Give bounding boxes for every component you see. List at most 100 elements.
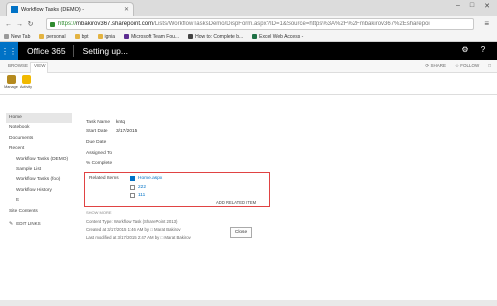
address-toolbar: ← → ↻ https://mbakirov367.sharepoint.com… <box>0 16 497 32</box>
browser-tab[interactable]: Workflow Tasks (DEMO) - ✕ <box>6 2 134 16</box>
browser-titlebar: Workflow Tasks (DEMO) - ✕ – □ ✕ <box>0 0 497 16</box>
bookmark-item[interactable]: Microsoft Team Fou... <box>124 34 179 40</box>
office365-brand[interactable]: Office 365 <box>27 46 66 56</box>
nav-item[interactable]: tt <box>6 196 72 206</box>
field-label: Assigned To <box>86 151 113 156</box>
edit-links-button[interactable]: ✎ EDIT LINKS <box>6 221 72 227</box>
nav-item[interactable]: Site Contents <box>6 207 72 217</box>
bookmark-item[interactable]: How to: Complete b... <box>188 34 243 40</box>
activity-button[interactable]: Activity <box>19 75 33 89</box>
bookmark-icon <box>74 34 80 39</box>
nav-item[interactable]: Workflow History <box>6 186 72 196</box>
focus-content-icon[interactable]: □ <box>488 63 491 69</box>
bookmark-label: ignia <box>104 33 116 40</box>
bookmark-icon <box>4 34 9 39</box>
modified-text: Last modified at 3/17/2015 2:47 AM by □ … <box>86 235 191 240</box>
show-more-link[interactable]: SHOW MORE <box>86 210 112 215</box>
ribbon-body: Manage Activity <box>0 73 497 95</box>
manage-button[interactable]: Manage <box>4 75 18 89</box>
bookmark-icon <box>97 34 103 39</box>
bookmark-icon <box>188 34 194 39</box>
document-icon <box>130 193 135 198</box>
minimize-icon[interactable]: – <box>452 2 464 9</box>
related-items-box: Related Items Home.aspx 222 111 ADD RELATE… <box>84 172 270 207</box>
reload-icon[interactable]: ↻ <box>25 20 36 28</box>
field-label: Start Date <box>86 129 108 134</box>
forward-arrow-icon[interactable]: → <box>14 21 25 28</box>
manage-icon <box>6 75 16 84</box>
tab-view[interactable]: VIEW <box>34 63 46 68</box>
related-item-link[interactable]: 222 <box>130 185 146 190</box>
nav-item[interactable]: Documents <box>6 134 72 144</box>
nav-item[interactable]: Home <box>6 113 72 124</box>
form-row: Assigned To <box>86 151 116 156</box>
bell-icon <box>21 75 31 84</box>
document-icon <box>130 185 135 190</box>
bookmark-label: Excel Web Access - <box>259 33 304 40</box>
url-scheme: https:// <box>58 21 77 27</box>
bookmark-icon <box>252 34 258 39</box>
maximize-icon[interactable]: □ <box>466 2 478 9</box>
suite-bar: ⋮⋮ Office 365 Setting up... ⚙ ? <box>0 42 497 60</box>
nav-item[interactable]: Workflow Tasks (foo) <box>6 175 72 185</box>
related-item-link[interactable]: 111 <box>130 193 145 198</box>
share-button[interactable]: ⟳ SHARE <box>425 63 446 69</box>
share-label: SHARE <box>430 63 446 68</box>
settings-gear-icon[interactable]: ⚙ <box>456 45 474 54</box>
suite-divider <box>72 45 74 57</box>
lock-icon <box>50 21 55 27</box>
bookmark-item[interactable]: personal <box>39 33 66 40</box>
bookmark-icon <box>39 34 45 39</box>
bookmark-label: bpt <box>81 33 89 40</box>
field-label: Task Name <box>86 120 110 125</box>
close-button[interactable]: Close <box>230 227 252 238</box>
follow-button[interactable]: ☆ FOLLOW <box>455 63 479 69</box>
bookmark-label: New Tab <box>11 33 31 40</box>
form-row: Due Date <box>86 140 116 145</box>
form-row: Start Date 3/17/2015 <box>86 129 137 134</box>
form-row: % Complete <box>86 161 116 166</box>
bookmark-item[interactable]: bpt <box>74 33 89 40</box>
related-item-label: 222 <box>138 185 147 190</box>
related-items-label: Related Items <box>89 176 119 181</box>
nav-item[interactable]: Sample List <box>6 165 72 175</box>
url-text: https://mbakirov367.sharepoint.com/Lists… <box>58 21 430 27</box>
activity-label: Activity <box>19 85 33 89</box>
field-label: Due Date <box>86 140 107 145</box>
nav-item[interactable]: Workflow Tasks (DEMO) <box>6 155 72 165</box>
bookmark-icon <box>124 34 130 39</box>
bookmark-label: How to: Complete b... <box>195 33 244 40</box>
tab-title: Workflow Tasks (DEMO) - <box>21 6 85 13</box>
pencil-icon: ✎ <box>9 220 14 227</box>
bookmark-label: personal <box>46 33 66 40</box>
sharepoint-favicon-icon <box>11 6 18 13</box>
status-bar <box>0 300 497 306</box>
nav-item[interactable]: Notebook <box>6 123 72 133</box>
tab-browse[interactable]: BROWSE <box>8 63 28 68</box>
add-related-item-link[interactable]: ADD RELATED ITEM <box>216 200 256 205</box>
bookmark-label: Microsoft Team Fou... <box>131 33 180 40</box>
back-arrow-icon[interactable]: ← <box>3 21 14 28</box>
bookmark-item[interactable]: Excel Web Access - <box>252 34 303 40</box>
tab-close-icon[interactable]: ✕ <box>124 6 129 13</box>
quick-launch-nav: Home Notebook Documents Recent Workflow Task… <box>6 113 72 227</box>
related-item-link[interactable]: Home.aspx <box>130 176 162 181</box>
browser-menu-icon[interactable]: ≡ <box>484 19 489 28</box>
bookmark-item[interactable]: ignia <box>97 33 116 40</box>
nav-item[interactable]: Recent <box>6 144 72 154</box>
form-row: Task Name kntq <box>86 120 125 125</box>
window-close-icon[interactable]: ✕ <box>481 2 493 10</box>
url-path: /Lists/WorkflowTasksDemo/DispForm.aspx?I… <box>153 21 430 27</box>
bookmarks-bar: New Tab personal bpt ignia Microsoft Team Fo… <box>0 32 497 42</box>
url-field[interactable]: https://mbakirov367.sharepoint.com/Lists… <box>46 18 474 30</box>
field-value: kntq <box>116 120 126 125</box>
bookmark-item[interactable]: New Tab <box>4 34 30 40</box>
content-type-text: Content Type: Workflow Task (SharePoint … <box>86 219 178 224</box>
follow-label: FOLLOW <box>460 63 480 68</box>
created-text: Created at 3/17/2015 1:46 AM by □ Marat … <box>86 227 181 232</box>
related-item-label: 111 <box>138 193 146 198</box>
manage-label: Manage <box>4 85 18 89</box>
edit-links-label: EDIT LINKS <box>16 221 41 227</box>
app-launcher-icon[interactable]: ⋮⋮ <box>0 42 18 60</box>
help-icon[interactable]: ? <box>474 45 492 54</box>
